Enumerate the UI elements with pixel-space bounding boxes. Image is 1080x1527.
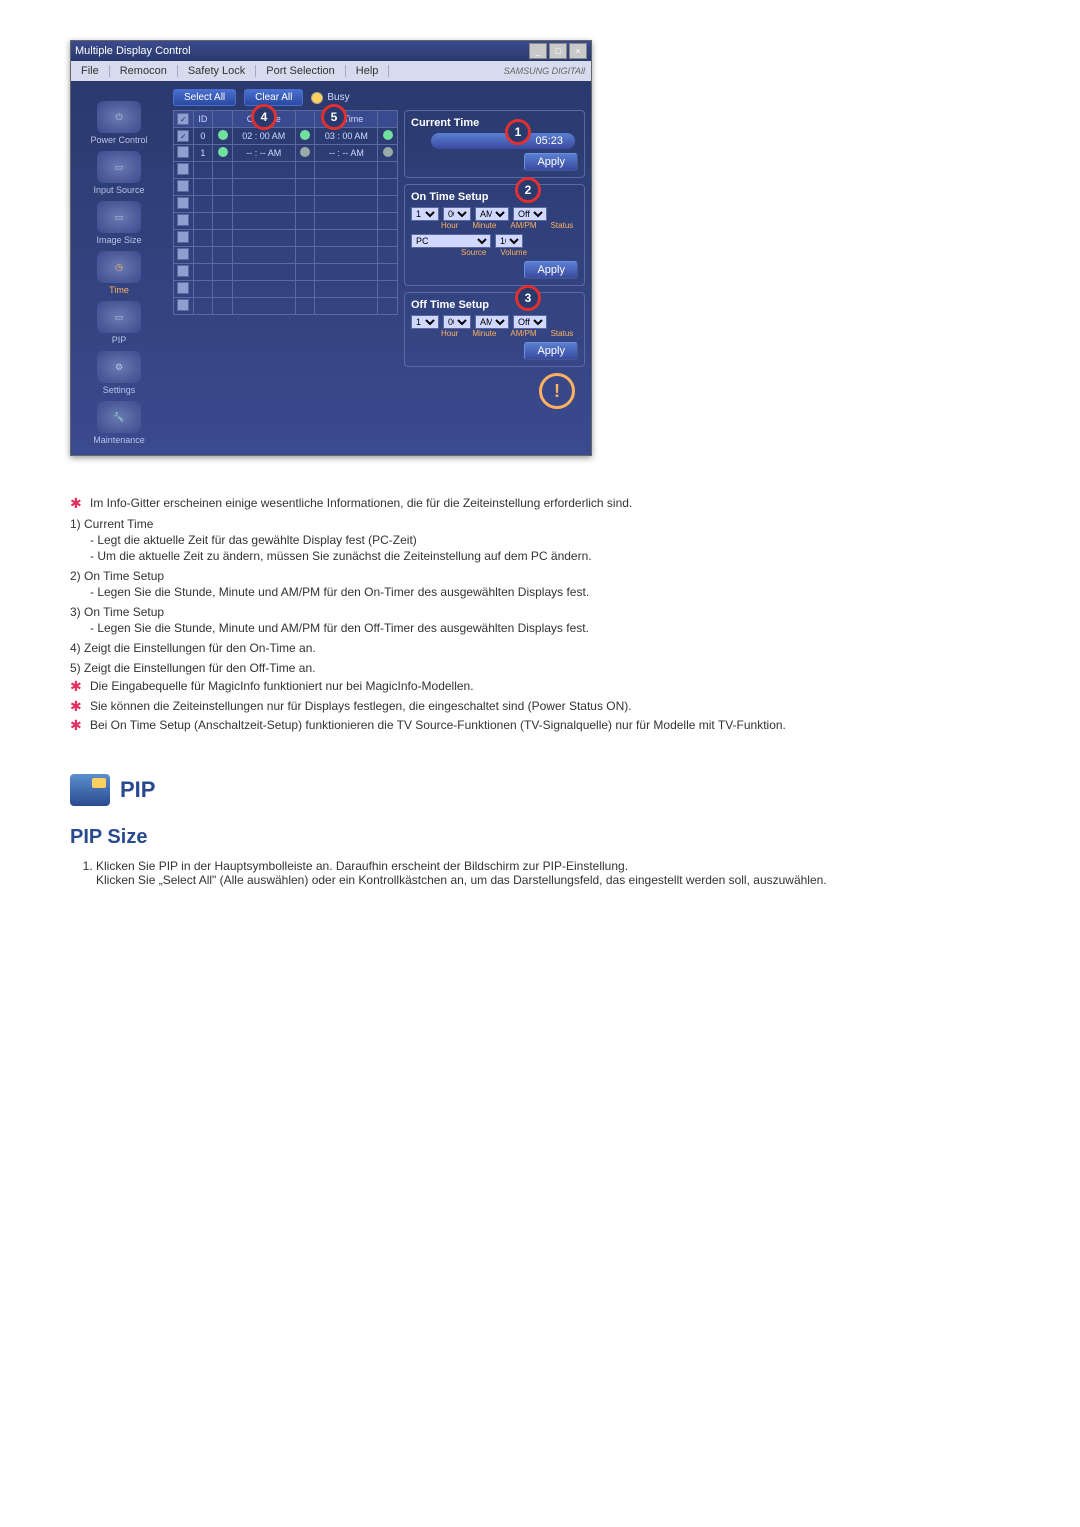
menu-remocon[interactable]: Remocon xyxy=(110,65,178,77)
off-time-title: Off Time Setup xyxy=(411,299,578,311)
alert-icon: ! xyxy=(539,373,575,409)
table-row[interactable] xyxy=(174,162,398,179)
menu-help[interactable]: Help xyxy=(346,65,390,77)
doc-intro: Im Info-Gitter erscheinen einige wesentl… xyxy=(90,496,632,510)
current-time-panel: 1 Current Time 05:23 Apply xyxy=(404,110,585,178)
apply-button[interactable]: Apply xyxy=(524,153,578,171)
minimize-button[interactable]: _ xyxy=(529,43,547,59)
table-row[interactable] xyxy=(174,247,398,264)
pip-step: Klicken Sie PIP in der Hauptsymbolleiste… xyxy=(96,859,1010,887)
hour-select[interactable]: 1 xyxy=(411,315,439,329)
table-row[interactable] xyxy=(174,196,398,213)
sidebar-item-image-size[interactable]: ▭ Image Size xyxy=(79,201,159,245)
sidebar-item-time[interactable]: ◷ Time xyxy=(79,251,159,295)
source-select[interactable]: PC xyxy=(411,234,491,248)
pip-size-heading: PIP Size xyxy=(70,826,1010,849)
ampm-select[interactable]: AM xyxy=(475,207,509,221)
star-icon: ✱ xyxy=(70,496,84,511)
pip-sidebar-icon: ▭ xyxy=(97,301,141,333)
status-dot-icon xyxy=(218,130,228,140)
annotation-5: 5 xyxy=(321,104,347,130)
apply-button[interactable]: Apply xyxy=(524,261,578,279)
star-icon: ✱ xyxy=(70,679,84,694)
app-window: Multiple Display Control _ □ × File Remo… xyxy=(70,40,592,456)
pip-heading: PIP xyxy=(120,777,155,803)
col-status2 xyxy=(295,111,315,128)
sidebar-item-input-source[interactable]: ▭ Input Source xyxy=(79,151,159,195)
status-dot-icon xyxy=(300,130,310,140)
sidebar-item-pip[interactable]: ▭ PIP xyxy=(79,301,159,345)
menu-safety-lock[interactable]: Safety Lock xyxy=(178,65,256,77)
status-dot-icon xyxy=(383,130,393,140)
brand-label: SAMSUNG DIGITAll xyxy=(504,66,591,76)
table-row[interactable] xyxy=(174,179,398,196)
table-row[interactable] xyxy=(174,230,398,247)
select-all-button[interactable]: Select All xyxy=(173,89,236,106)
star-icon: ✱ xyxy=(70,718,84,733)
menu-port-selection[interactable]: Port Selection xyxy=(256,65,345,77)
current-time-title: Current Time xyxy=(411,117,578,129)
on-time-title: On Time Setup xyxy=(411,191,578,203)
table-row[interactable]: 1 -- : -- AM -- : -- AM xyxy=(174,145,398,162)
status-select[interactable]: Off xyxy=(513,315,547,329)
image-size-icon: ▭ xyxy=(97,201,141,233)
col-status1 xyxy=(213,111,233,128)
display-grid: 4 5 ID On Time Off Time xyxy=(173,110,398,315)
busy-dot-icon xyxy=(311,92,323,104)
wrench-icon: 🔧 xyxy=(97,401,141,433)
gear-icon: ⚙ xyxy=(97,351,141,383)
close-button[interactable]: × xyxy=(569,43,587,59)
col-status3 xyxy=(378,111,398,128)
power-icon: ⏻ xyxy=(97,101,141,133)
annotation-2: 2 xyxy=(515,177,541,203)
annotation-3: 3 xyxy=(515,285,541,311)
row-checkbox[interactable] xyxy=(177,130,189,142)
ampm-select[interactable]: AM xyxy=(475,315,509,329)
table-row[interactable] xyxy=(174,298,398,315)
sidebar-item-settings[interactable]: ⚙ Settings xyxy=(79,351,159,395)
sidebar: ⏻ Power Control ▭ Input Source ▭ Image S… xyxy=(71,81,167,455)
col-id: ID xyxy=(193,111,213,128)
current-time-value: 05:23 xyxy=(431,133,575,149)
minute-select[interactable]: 00 xyxy=(443,315,471,329)
annotation-4: 4 xyxy=(251,104,277,130)
table-row[interactable] xyxy=(174,281,398,298)
input-source-icon: ▭ xyxy=(97,151,141,183)
title-bar: Multiple Display Control _ □ × xyxy=(71,41,591,61)
busy-indicator: Busy xyxy=(311,92,349,104)
off-time-setup-panel: 3 Off Time Setup 1 00 AM Off Hour Minute… xyxy=(404,292,585,367)
clear-all-button[interactable]: Clear All xyxy=(244,89,303,106)
apply-button[interactable]: Apply xyxy=(524,342,578,360)
maximize-button[interactable]: □ xyxy=(549,43,567,59)
table-row[interactable]: 0 02 : 00 AM 03 : 00 AM xyxy=(174,128,398,145)
clock-icon: ◷ xyxy=(97,251,141,283)
minute-select[interactable]: 00 xyxy=(443,207,471,221)
annotation-1: 1 xyxy=(505,119,531,145)
table-row[interactable] xyxy=(174,213,398,230)
menu-file[interactable]: File xyxy=(71,65,110,77)
row-checkbox[interactable] xyxy=(177,146,189,158)
status-dot-icon xyxy=(383,147,393,157)
status-dot-icon xyxy=(300,147,310,157)
pip-heading-icon xyxy=(70,774,110,806)
menu-bar: File Remocon Safety Lock Port Selection … xyxy=(71,61,591,81)
window-title: Multiple Display Control xyxy=(75,45,529,57)
doc-body: ✱ Im Info-Gitter erscheinen einige wesen… xyxy=(70,496,1010,887)
star-icon: ✱ xyxy=(70,699,84,714)
col-checkbox xyxy=(174,111,194,128)
status-select[interactable]: Off xyxy=(513,207,547,221)
status-dot-icon xyxy=(218,147,228,157)
on-time-setup-panel: 2 On Time Setup 1 00 AM Off Hour Minute … xyxy=(404,184,585,286)
sidebar-item-power-control[interactable]: ⏻ Power Control xyxy=(79,101,159,145)
sidebar-item-maintenance[interactable]: 🔧 Maintenance xyxy=(79,401,159,445)
volume-select[interactable]: 10 xyxy=(495,234,523,248)
hour-select[interactable]: 1 xyxy=(411,207,439,221)
table-row[interactable] xyxy=(174,264,398,281)
